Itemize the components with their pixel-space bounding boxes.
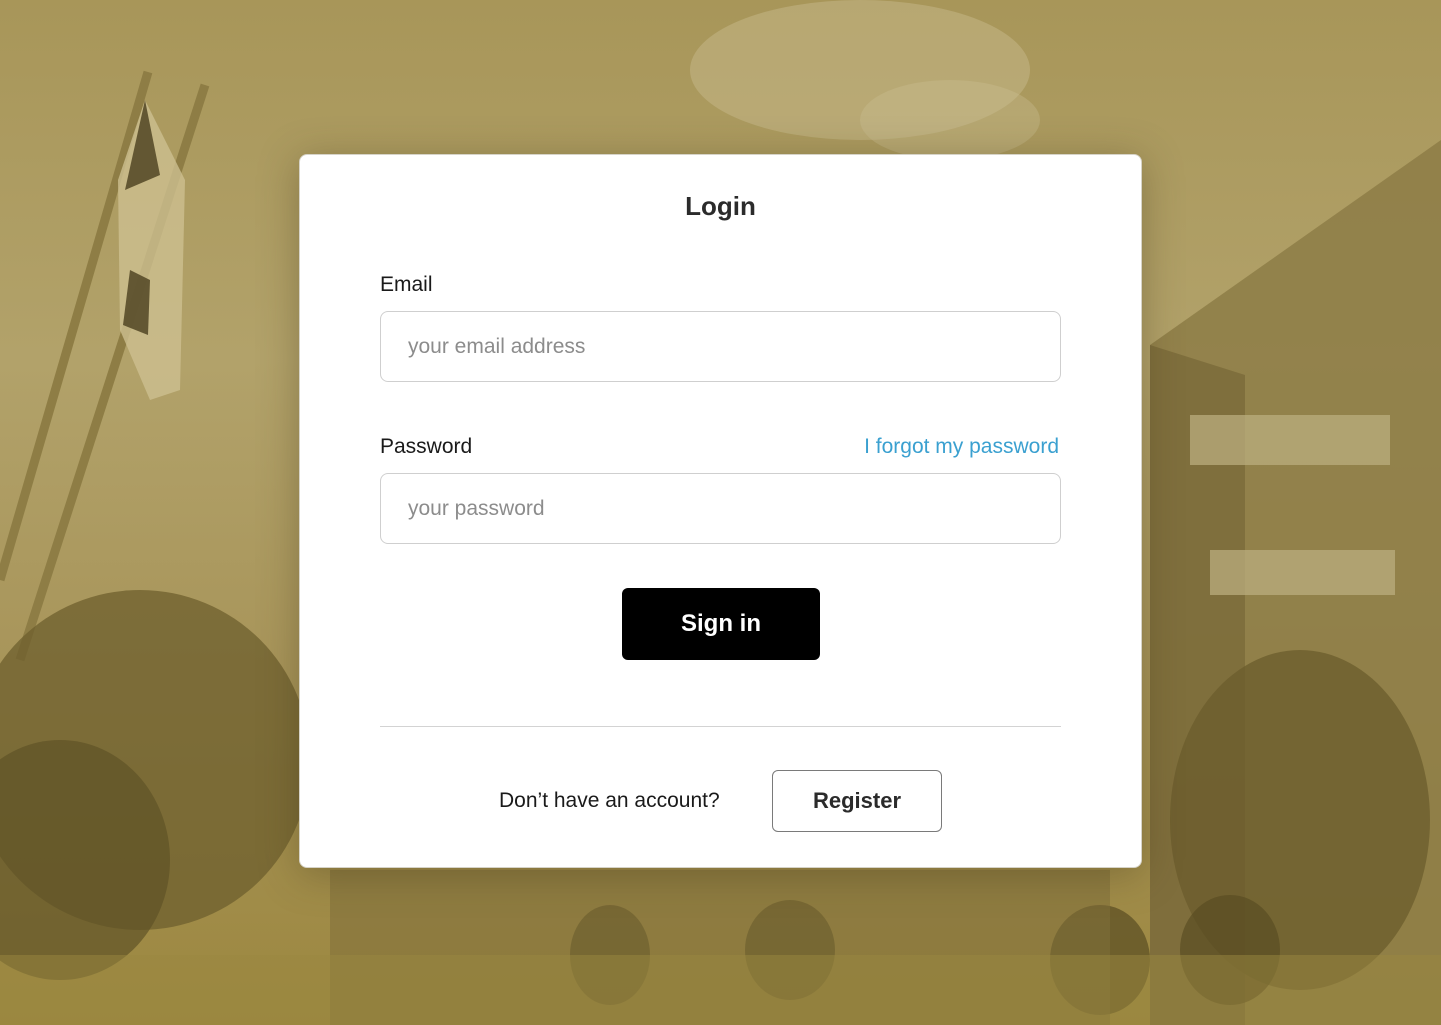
password-input[interactable] [380, 473, 1061, 544]
signin-button[interactable]: Sign in [622, 588, 820, 660]
register-prompt: Don’t have an account? [499, 789, 720, 812]
register-button[interactable]: Register [772, 770, 942, 832]
password-label: Password [380, 435, 473, 458]
divider [380, 726, 1061, 727]
email-label: Email [380, 273, 433, 296]
forgot-password-link[interactable]: I forgot my password [864, 435, 1059, 459]
email-input[interactable] [380, 311, 1061, 382]
login-card: Login Email Password I forgot my passwor… [299, 154, 1142, 868]
login-title: Login [685, 191, 756, 221]
